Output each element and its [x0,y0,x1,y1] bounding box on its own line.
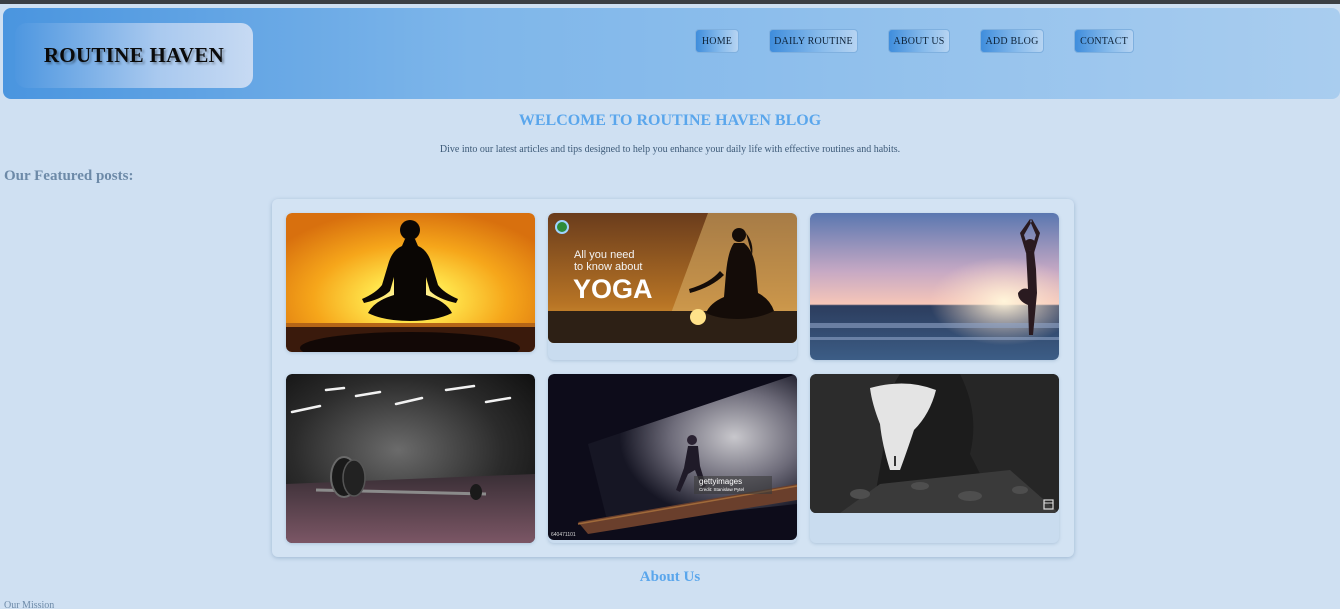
yoga-overlay-line2: to know about [574,261,643,273]
yoga-overlay-line1: All you need [574,249,635,261]
post-image [286,374,535,543]
page-title: WELCOME TO ROUTINE HAVEN BLOG [518,112,822,129]
main-nav: HOME DAILY ROUTINE ABOUT US ADD BLOG CON… [3,29,1340,53]
post-card[interactable] [286,374,535,543]
nav-daily-routine[interactable]: DAILY ROUTINE [769,29,858,53]
nav-about-us[interactable]: ABOUT US [888,29,950,53]
post-image [286,213,535,352]
post-card[interactable] [810,374,1059,543]
image-credit: Credit: Stanislaw Pytel [699,487,744,492]
post-image [810,374,1059,513]
browser-top-edge [0,0,1340,4]
post-card[interactable]: All you need to know about YOGA [548,213,797,360]
post-image [810,213,1059,360]
mission-heading: Our Mission [4,600,55,609]
featured-heading: Our Featured posts: [4,168,134,184]
post-card[interactable] [810,213,1059,360]
getty-watermark: gettyimages [699,477,742,486]
yoga-overlay-title: YOGA [573,274,653,304]
nav-home[interactable]: HOME [695,29,739,53]
post-image: All you need to know about YOGA [548,213,797,343]
nav-add-blog[interactable]: ADD BLOG [980,29,1044,53]
post-image: gettyimages Credit: Stanislaw Pytel 6404… [548,374,797,540]
about-heading: About Us [639,569,701,585]
stock-id: 640471101 [551,532,576,538]
intro-text: Dive into our latest articles and tips d… [439,144,901,155]
nav-contact[interactable]: CONTACT [1074,29,1134,53]
site-header: ROUTINE HAVEN HOME DAILY ROUTINE ABOUT U… [3,8,1340,99]
featured-posts-grid: All you need to know about YOGA gettyima… [272,199,1074,557]
post-card[interactable] [286,213,535,352]
post-card[interactable]: gettyimages Credit: Stanislaw Pytel 6404… [548,374,797,543]
